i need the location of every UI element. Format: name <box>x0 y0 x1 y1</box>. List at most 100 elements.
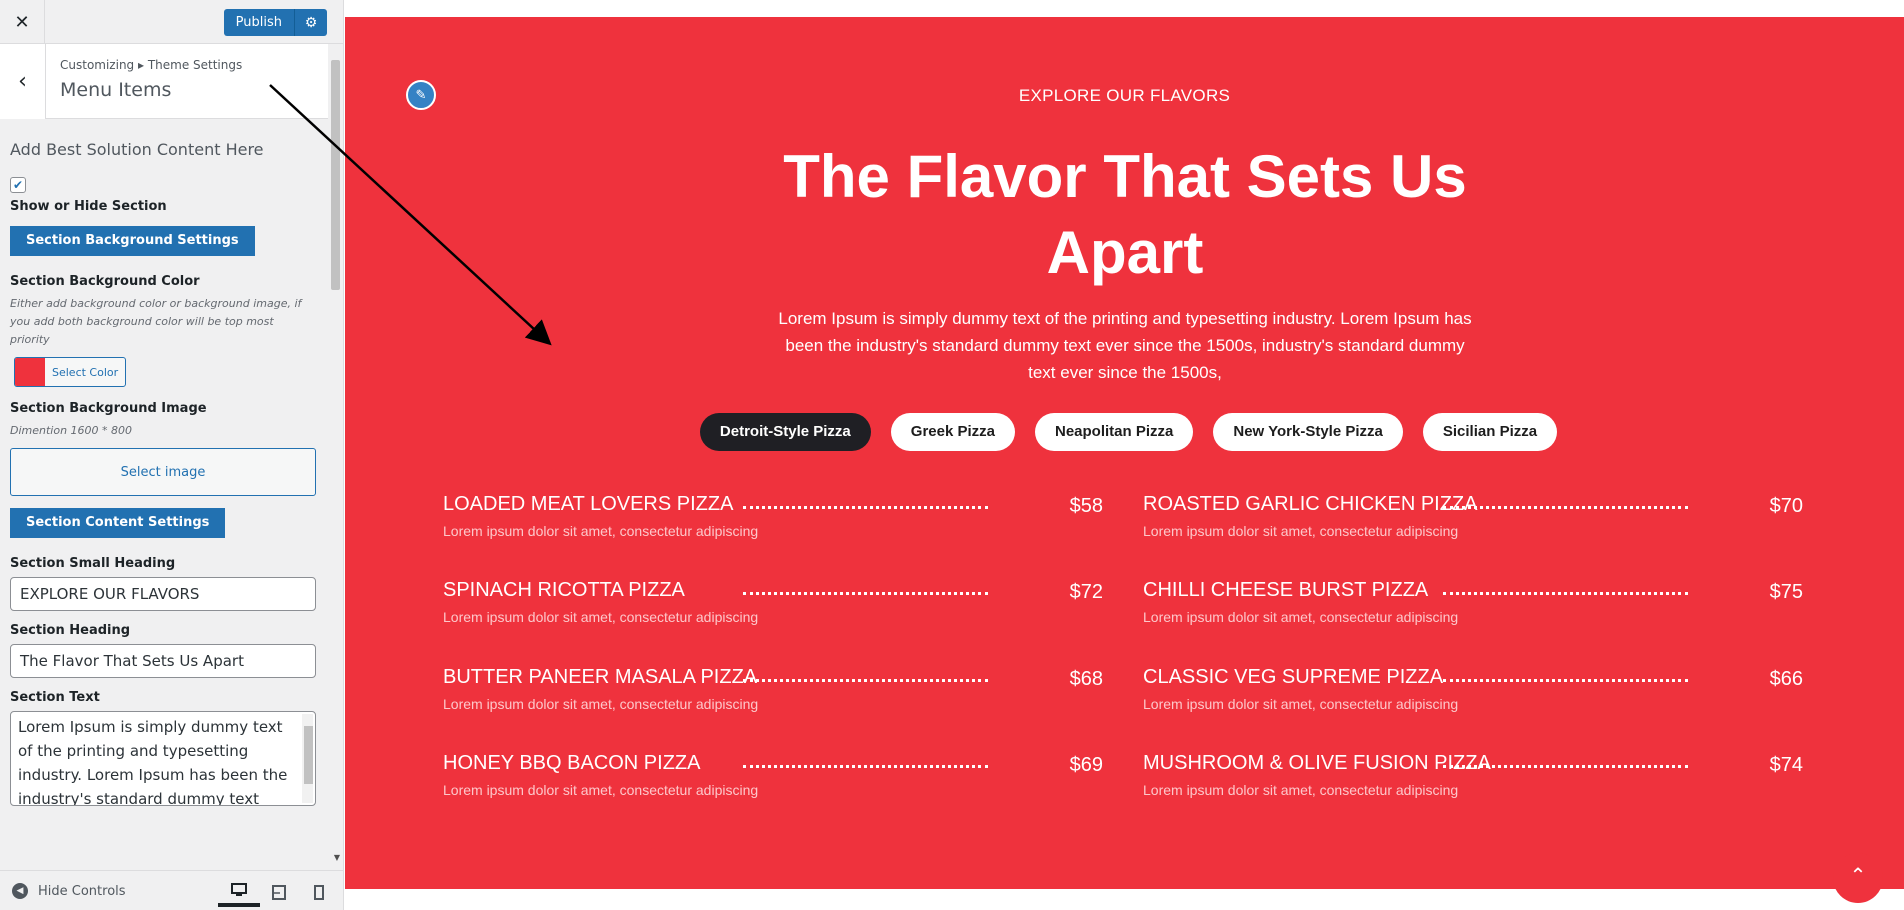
bg-color-note: Either add background color or backgroun… <box>10 297 302 346</box>
scroll-down-arrow-icon[interactable]: ▼ <box>334 853 340 862</box>
double-chevron-up-icon: ⌃ <box>1849 863 1867 887</box>
heading-input[interactable]: The Flavor That Sets Us Apart <box>10 644 316 678</box>
menu-item-desc: Lorem ipsum dolor sit amet, consectetur … <box>443 523 759 539</box>
customizer-footer: ◀ Hide Controls <box>0 870 343 910</box>
menu-item-dots <box>743 679 988 682</box>
menu-item: HONEY BBQ BACON PIZZA $69 Lorem ipsum do… <box>443 752 1103 822</box>
menu-item-desc: Lorem ipsum dolor sit amet, consectetur … <box>1143 782 1459 798</box>
menu-item-price: $69 <box>1069 754 1103 776</box>
menu-item-price: $58 <box>1069 495 1103 517</box>
menu-item-dots <box>743 506 988 509</box>
tab-sicilian-pizza[interactable]: Sicilian Pizza <box>1422 413 1558 451</box>
menu-item-desc: Lorem ipsum dolor sit amet, consectetur … <box>1143 696 1459 712</box>
menu-item-desc: Lorem ipsum dolor sit amet, consectetur … <box>1143 523 1459 539</box>
panel-content: Add Best Solution Content Here ✔ Show or… <box>10 140 316 806</box>
menu-item-name: ROASTED GARLIC CHICKEN PIZZA <box>1143 493 1478 515</box>
scroll-to-top-button[interactable]: ⌃ <box>1833 853 1883 903</box>
menu-item: CHILLI CHEESE BURST PIZZA $75 Lorem ipsu… <box>1143 579 1803 649</box>
gear-icon: ⚙ <box>304 14 318 31</box>
menu-item-name: BUTTER PANEER MASALA PIZZA <box>443 666 758 688</box>
tab-new-york-style-pizza[interactable]: New York-Style Pizza <box>1213 413 1403 451</box>
show-hide-label: Show or Hide Section <box>10 199 167 214</box>
back-button[interactable]: ‹ <box>0 44 46 119</box>
customizer-header-actions: ✕ Publish ⚙ <box>0 0 343 44</box>
select-color-label: Select Color <box>52 365 119 379</box>
textarea-scrollbar-thumb[interactable] <box>304 726 313 784</box>
panel-header: ‹ Customizing ▸ Theme Settings Menu Item… <box>0 44 328 119</box>
bg-image-note: Dimention 1600 * 800 <box>10 424 133 437</box>
section-heading: The Flavor That Sets Us Apart <box>783 143 1467 286</box>
desktop-preview-button[interactable] <box>218 877 260 907</box>
menu-item-name: MUSHROOM & OLIVE FUSION PIZZA <box>1143 752 1491 774</box>
menu-item-price: $72 <box>1069 581 1103 603</box>
heading-label: Section Heading <box>10 623 131 638</box>
close-customizer-button[interactable]: ✕ <box>0 0 45 44</box>
menu-item-desc: Lorem ipsum dolor sit amet, consectetur … <box>443 782 759 798</box>
menu-section: ✎ EXPLORE OUR FLAVORS The Flavor That Se… <box>345 17 1904 889</box>
breadcrumb: Customizing ▸ Theme Settings <box>60 58 243 72</box>
menu-item-price: $74 <box>1769 754 1803 776</box>
hide-controls-label: Hide Controls <box>38 883 126 899</box>
menu-item-price: $75 <box>1769 581 1803 603</box>
menu-item-name: LOADED MEAT LOVERS PIZZA <box>443 493 734 515</box>
menu-item: LOADED MEAT LOVERS PIZZA $58 Lorem ipsum… <box>443 493 1103 563</box>
publish-button[interactable]: Publish <box>223 9 295 36</box>
menu-item: CLASSIC VEG SUPREME PIZZA $66 Lorem ipsu… <box>1143 666 1803 736</box>
publish-group: Publish ⚙ <box>223 9 327 36</box>
publish-settings-button[interactable]: ⚙ <box>295 9 327 36</box>
sidebar-scrollbar-thumb[interactable] <box>331 60 340 290</box>
menu-item: BUTTER PANEER MASALA PIZZA $68 Lorem ips… <box>443 666 1103 736</box>
tablet-preview-button[interactable] <box>258 877 300 907</box>
small-heading-input[interactable]: EXPLORE OUR FLAVORS <box>10 577 316 611</box>
small-heading-label: Section Small Heading <box>10 556 176 571</box>
tab-detroit-style-pizza[interactable]: Detroit-Style Pizza <box>699 413 871 451</box>
menu-item-dots <box>743 765 988 768</box>
menu-item: ROASTED GARLIC CHICKEN PIZZA $70 Lorem i… <box>1143 493 1803 563</box>
bg-color-label: Section Background Color <box>10 274 200 289</box>
section-text-value: Lorem Ipsum is simply dummy text of the … <box>18 718 288 806</box>
collapse-icon: ◀ <box>12 883 28 899</box>
menu-item-dots <box>1443 592 1688 595</box>
menu-item-price: $70 <box>1769 495 1803 517</box>
menu-item-name: CHILLI CHEESE BURST PIZZA <box>1143 579 1429 601</box>
pizza-category-tabs: Detroit-Style Pizza Greek Pizza Neapolit… <box>345 413 1904 451</box>
checkmark-icon: ✔ <box>12 178 24 192</box>
content-settings-button[interactable]: Section Content Settings <box>10 508 226 538</box>
menu-item-name: HONEY BBQ BACON PIZZA <box>443 752 701 774</box>
menu-item-name: SPINACH RICOTTA PIZZA <box>443 579 685 601</box>
section-small-heading: EXPLORE OUR FLAVORS <box>1018 86 1231 105</box>
tablet-icon <box>272 884 286 900</box>
menu-item-price: $68 <box>1069 668 1103 690</box>
menu-item-desc: Lorem ipsum dolor sit amet, consectetur … <box>1143 609 1459 625</box>
color-swatch <box>15 358 45 386</box>
select-color-button[interactable]: Select Color <box>14 357 127 387</box>
panel-title: Menu Items <box>60 79 172 101</box>
menu-item-dots <box>1443 506 1688 509</box>
menu-item-desc: Lorem ipsum dolor sit amet, consectetur … <box>443 609 759 625</box>
background-settings-button[interactable]: Section Background Settings <box>10 226 255 256</box>
close-icon: ✕ <box>14 11 30 33</box>
tab-greek-pizza[interactable]: Greek Pizza <box>890 413 1015 451</box>
panel-description: Add Best Solution Content Here <box>10 140 264 159</box>
menu-item-price: $66 <box>1769 668 1803 690</box>
desktop-icon <box>231 883 247 896</box>
customizer-sidebar: ✕ Publish ⚙ ‹ Customizing ▸ Theme Settin… <box>0 0 344 910</box>
menu-item-name: CLASSIC VEG SUPREME PIZZA <box>1143 666 1444 688</box>
section-text-textarea[interactable]: Lorem Ipsum is simply dummy text of the … <box>10 711 316 806</box>
tab-neapolitan-pizza[interactable]: Neapolitan Pizza <box>1035 413 1194 451</box>
section-text-label: Section Text <box>10 690 100 705</box>
menu-item-desc: Lorem ipsum dolor sit amet, consectetur … <box>443 696 759 712</box>
hide-controls-button[interactable]: ◀ Hide Controls <box>12 883 126 899</box>
menu-item: MUSHROOM & OLIVE FUSION PIZZA $74 Lorem … <box>1143 752 1803 822</box>
mobile-preview-button[interactable] <box>298 877 340 907</box>
menu-item: SPINACH RICOTTA PIZZA $72 Lorem ipsum do… <box>443 579 1103 649</box>
chevron-left-icon: ‹ <box>18 69 27 94</box>
select-image-button[interactable]: Select image <box>10 448 316 496</box>
show-hide-checkbox[interactable]: ✔ <box>10 177 26 193</box>
bg-image-label: Section Background Image <box>10 401 207 416</box>
menu-item-dots <box>1443 679 1688 682</box>
mobile-icon <box>314 884 324 900</box>
section-text: Lorem Ipsum is simply dummy text of the … <box>778 309 1472 382</box>
menu-item-dots <box>743 592 988 595</box>
site-preview: ✎ EXPLORE OUR FLAVORS The Flavor That Se… <box>345 0 1904 910</box>
